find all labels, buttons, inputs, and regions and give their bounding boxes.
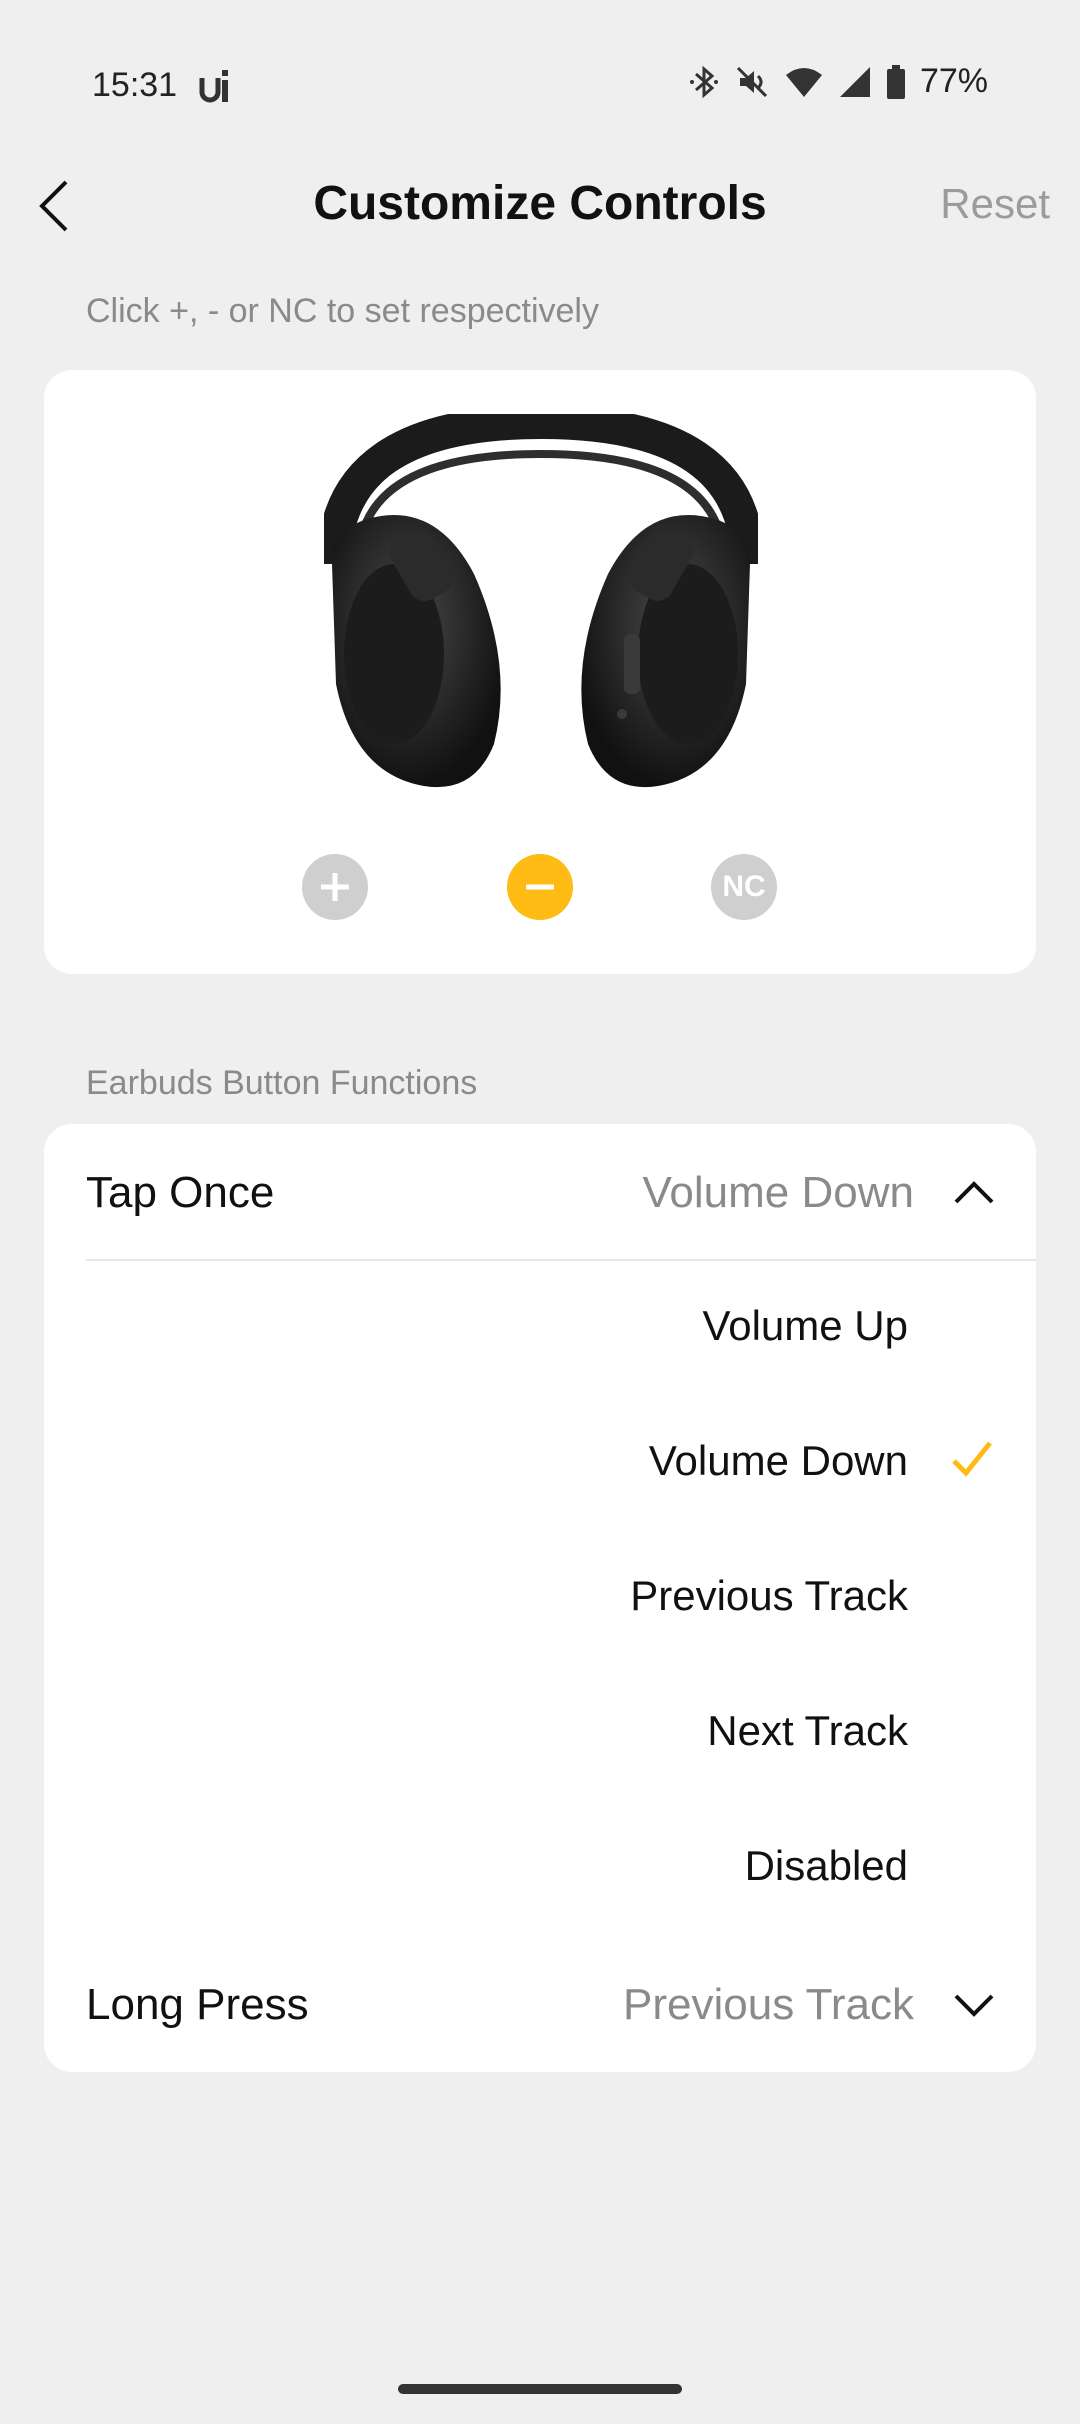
option-volume-down[interactable]: Volume Down: [44, 1395, 1036, 1529]
nc-button[interactable]: NC: [711, 854, 777, 920]
plus-icon: [321, 873, 349, 901]
chevron-down-icon: [954, 1994, 994, 2017]
status-time: 15:31: [92, 66, 178, 104]
headphones-image: [324, 414, 758, 788]
status-icons: 77%: [688, 62, 988, 101]
option-label: Next Track: [707, 1707, 908, 1754]
check-icon: [952, 1441, 992, 1477]
option-label: Disabled: [744, 1842, 908, 1889]
page-title: Customize Controls: [313, 177, 767, 230]
section-label: Earbuds Button Functions: [86, 1064, 478, 1102]
mute-icon: [736, 66, 767, 97]
option-next-track[interactable]: Next Track: [44, 1665, 1036, 1799]
long-press-row[interactable]: Long Press Previous Track: [44, 1936, 1036, 2072]
battery-icon: [886, 64, 905, 99]
wifi-icon: [785, 67, 822, 97]
option-volume-up[interactable]: Volume Up: [44, 1260, 1036, 1394]
back-arrow-icon[interactable]: [34, 176, 78, 236]
instruction-hint: Click +, - or NC to set respectively: [86, 292, 599, 330]
minus-button[interactable]: [507, 854, 573, 920]
tap-once-value: Volume Down: [642, 1168, 914, 1217]
option-previous-track[interactable]: Previous Track: [44, 1530, 1036, 1664]
tap-once-label: Tap Once: [86, 1168, 275, 1217]
battery-percent: 77%: [919, 62, 988, 100]
tap-once-row[interactable]: Tap Once Volume Down: [44, 1124, 1036, 1260]
button-functions-card: Tap Once Volume Down Volume Up Volume Do…: [44, 1124, 1036, 2072]
option-label: Volume Up: [702, 1302, 908, 1349]
bluetooth-icon: [689, 65, 718, 98]
long-press-value: Previous Track: [623, 1980, 914, 2029]
option-label: Previous Track: [630, 1572, 908, 1619]
option-label: Volume Down: [648, 1437, 908, 1484]
home-indicator[interactable]: [398, 2384, 682, 2394]
minus-icon: [526, 884, 554, 890]
chevron-up-icon: [954, 1181, 994, 1204]
u-app-icon: [199, 70, 228, 103]
reset-button[interactable]: Reset: [940, 180, 1050, 228]
plus-button[interactable]: [302, 854, 368, 920]
headphone-preview-card: NC: [44, 370, 1036, 974]
signal-icon: [839, 66, 870, 97]
long-press-label: Long Press: [86, 1980, 309, 2029]
option-disabled[interactable]: Disabled: [44, 1800, 1036, 1934]
